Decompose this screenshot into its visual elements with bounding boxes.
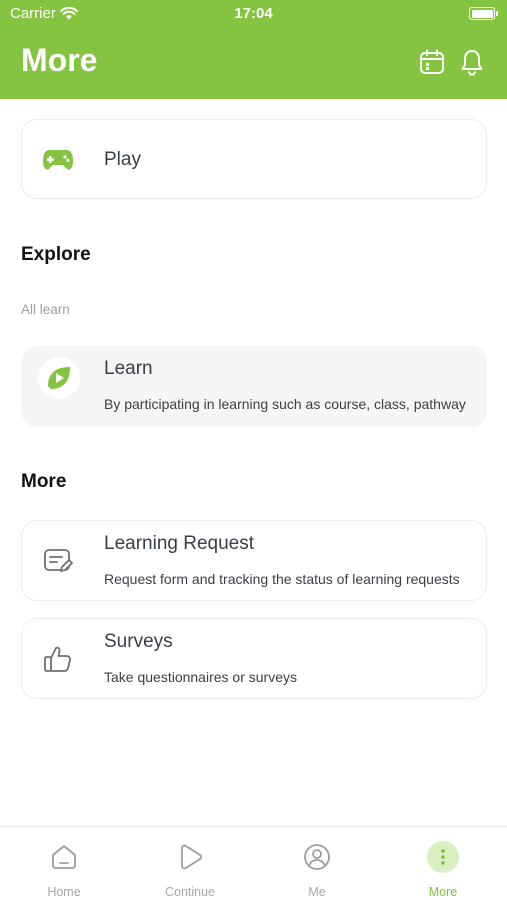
learn-description: By participating in learning such as cou… — [104, 396, 466, 412]
more-heading: More — [21, 471, 67, 492]
learning-request-title: Learning Request — [104, 533, 254, 554]
play-card[interactable]: Play — [21, 119, 487, 199]
tab-continue[interactable]: Continue — [127, 827, 253, 900]
play-label: Play — [104, 149, 141, 170]
surveys-title: Surveys — [104, 631, 173, 652]
tab-me-label: Me — [308, 885, 326, 899]
app-header: Carrier 17:04 More — [0, 0, 507, 99]
learning-request-card[interactable]: Learning Request Request form and tracki… — [21, 520, 487, 601]
explore-heading: Explore — [21, 244, 91, 265]
calendar-icon[interactable] — [418, 48, 446, 76]
explore-subtitle: All learn — [21, 302, 70, 317]
tab-more-label: More — [428, 885, 458, 899]
page-title: More — [21, 42, 98, 78]
learn-title: Learn — [104, 358, 153, 379]
learning-request-description: Request form and tracking the status of … — [104, 571, 460, 587]
thumbs-up-icon — [38, 639, 78, 679]
play-outline-icon — [174, 841, 206, 873]
bottom-tab-bar: Home Continue Me More — [0, 826, 507, 900]
tab-home-label: Home — [47, 885, 81, 899]
user-icon — [301, 841, 333, 873]
tab-continue-label: Continue — [164, 885, 216, 899]
gamepad-icon — [38, 140, 78, 180]
more-vertical-icon — [427, 841, 459, 873]
learn-card[interactable]: Learn By participating in learning such … — [21, 346, 487, 427]
status-bar: Carrier 17:04 — [0, 0, 507, 28]
tab-more[interactable]: More — [380, 827, 506, 900]
bell-icon[interactable] — [458, 48, 486, 76]
surveys-description: Take questionnaires or surveys — [104, 669, 297, 685]
play-leaf-icon — [38, 357, 80, 399]
home-icon — [48, 841, 80, 873]
edit-form-icon — [38, 541, 78, 581]
status-time: 17:04 — [234, 5, 273, 22]
surveys-card[interactable]: Surveys Take questionnaires or surveys — [21, 618, 487, 699]
battery-icon — [469, 7, 498, 20]
tab-home[interactable]: Home — [1, 827, 127, 900]
tab-me[interactable]: Me — [254, 827, 380, 900]
